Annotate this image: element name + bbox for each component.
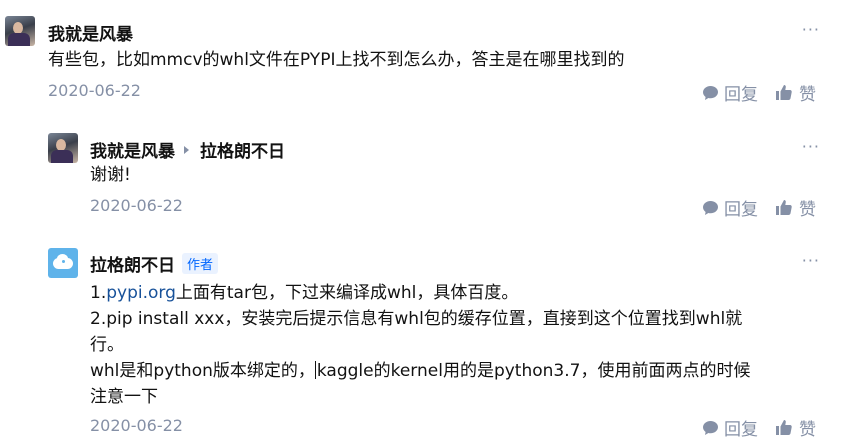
comment-date: 2020-06-22	[48, 81, 141, 100]
reply-button[interactable]: 回复	[702, 195, 758, 220]
text-line: 1.pypi.org上面有tar包，下过来编译成whl，具体百度。	[90, 280, 820, 306]
thumbs-up-icon	[776, 85, 792, 100]
author-badge: 作者	[182, 253, 219, 274]
pypi-link[interactable]: pypi.org	[106, 283, 176, 303]
like-label: 赞	[799, 200, 816, 220]
text-line: 2.pip install xxx，安装完后提示信息有whl包的缓存位置，直接到…	[90, 309, 743, 329]
author-name[interactable]: 我就是风暴	[90, 137, 175, 162]
reply-to-name[interactable]: 拉格朗不日	[200, 137, 285, 162]
reply-arrow-icon	[184, 145, 189, 154]
comment-bubble-icon	[703, 420, 718, 435]
comment-text: 有些包，比如mmcv的whl文件在PYPI上找不到怎么办，答主是在哪里找到的	[48, 50, 625, 70]
reply-label: 回复	[724, 85, 758, 105]
text-line: 行。	[90, 335, 124, 355]
comment-date: 2020-06-22	[90, 196, 183, 215]
text-caret	[314, 361, 316, 379]
avatar[interactable]	[5, 16, 35, 46]
author-name[interactable]: 我就是风暴	[48, 20, 133, 45]
text-line: 注意一下	[90, 387, 158, 407]
text-line: whl是和python版本绑定的， kaggle的kernel用的是python3…	[90, 358, 820, 384]
more-dots-icon[interactable]: ···	[802, 137, 820, 156]
like-label: 赞	[799, 85, 816, 105]
avatar[interactable]	[48, 248, 78, 278]
list-number: 1.	[90, 283, 107, 303]
reply-button[interactable]: 回复	[702, 415, 758, 440]
comment-bubble-icon	[703, 200, 718, 215]
comment-header: 拉格朗不日 作者	[90, 251, 219, 276]
comment-date: 2020-06-22	[90, 416, 183, 435]
like-button[interactable]: 赞	[775, 80, 816, 105]
comment-text: 1.pypi.org上面有tar包，下过来编译成whl，具体百度。 2.pip …	[90, 280, 820, 410]
reply-label: 回复	[724, 420, 758, 440]
author-name[interactable]: 拉格朗不日	[90, 251, 175, 276]
reply-button[interactable]: 回复	[702, 80, 758, 105]
comment-text: 谢谢!	[90, 165, 131, 185]
text-segment: kaggle的kernel用的是python3.7，使用前面两点的时候	[316, 361, 751, 381]
comment-actions: 回复 赞	[702, 195, 816, 220]
like-label: 赞	[799, 420, 816, 440]
thumbs-up-icon	[776, 200, 792, 215]
like-button[interactable]: 赞	[775, 415, 816, 440]
comment-actions: 回复 赞	[702, 415, 816, 440]
avatar[interactable]	[48, 133, 78, 163]
reply-label: 回复	[724, 200, 758, 220]
like-button[interactable]: 赞	[775, 195, 816, 220]
text-segment: whl是和python版本绑定的，	[90, 361, 315, 381]
comment-bubble-icon	[703, 85, 718, 100]
more-dots-icon[interactable]: ···	[802, 251, 820, 270]
thumbs-up-icon	[776, 420, 792, 435]
more-dots-icon[interactable]: ···	[802, 20, 820, 39]
text-segment: 上面有tar包，下过来编译成whl，具体百度。	[175, 283, 519, 303]
comment-header: 我就是风暴	[48, 20, 133, 45]
comment-header: 我就是风暴 拉格朗不日	[90, 137, 285, 162]
comment-actions: 回复 赞	[702, 80, 816, 105]
